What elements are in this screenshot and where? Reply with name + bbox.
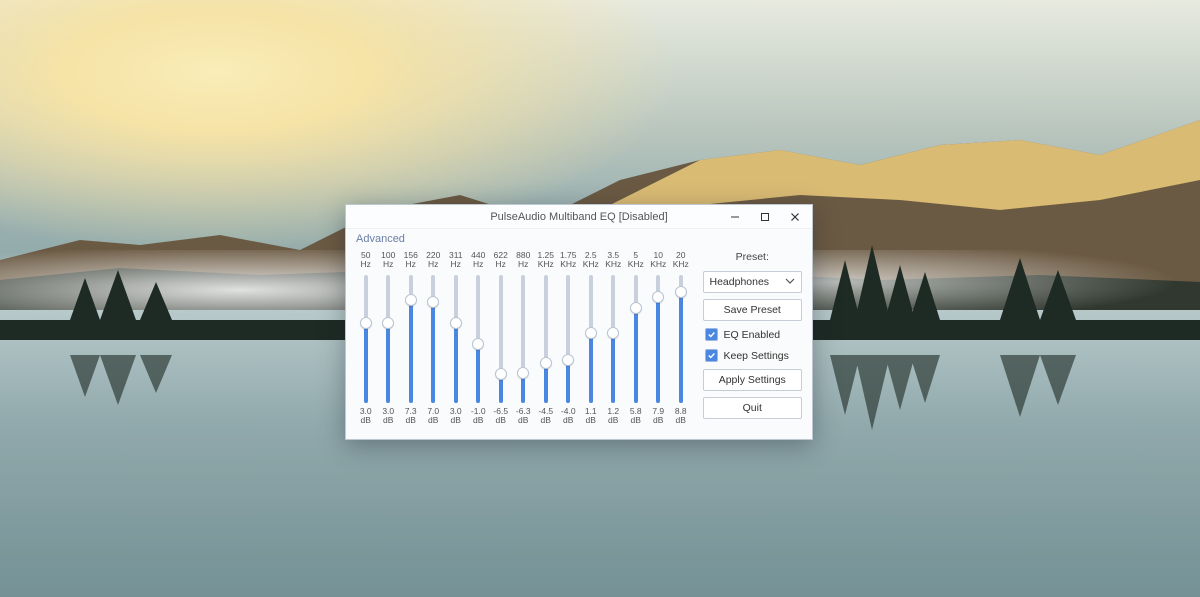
equalizer-window: PulseAudio Multiband EQ [Disabled] Advan… bbox=[345, 204, 813, 440]
eq-enabled-checkbox[interactable]: EQ Enabled bbox=[703, 327, 803, 342]
band-freq-label: 1.25KHz bbox=[537, 251, 554, 271]
keep-settings-label: Keep Settings bbox=[724, 350, 789, 362]
band-freq-label: 156Hz bbox=[404, 251, 418, 271]
preset-value: Headphones bbox=[710, 276, 770, 288]
eq-band-220Hz: 220Hz 7.0dB bbox=[424, 251, 444, 427]
band-slider[interactable] bbox=[582, 275, 600, 403]
preset-label: Preset: bbox=[703, 251, 803, 263]
band-freq-label: 440Hz bbox=[471, 251, 485, 271]
eq-band-622Hz: 622Hz -6.5dB bbox=[491, 251, 511, 427]
band-freq-label: 5KHz bbox=[628, 251, 644, 271]
eq-band-3.5KHz: 3.5KHz 1.2dB bbox=[604, 251, 624, 427]
menu-advanced[interactable]: Advanced bbox=[356, 233, 405, 245]
band-value-label: 8.8dB bbox=[675, 407, 687, 427]
band-slider[interactable] bbox=[402, 275, 420, 403]
band-value-label: 7.3dB bbox=[405, 407, 417, 427]
band-freq-label: 1.75KHz bbox=[560, 251, 577, 271]
save-preset-button[interactable]: Save Preset bbox=[703, 299, 803, 321]
close-icon bbox=[790, 212, 800, 222]
window-close-button[interactable] bbox=[780, 205, 810, 229]
band-value-label: 1.2dB bbox=[607, 407, 619, 427]
eq-band-880Hz: 880Hz -6.3dB bbox=[514, 251, 534, 427]
band-value-label: 3.0dB bbox=[382, 407, 394, 427]
equalizer-bands: 50Hz 3.0dB 100Hz 3.0dB 156Hz 7.3dB 220Hz 7.0dB 3… bbox=[356, 251, 691, 427]
band-slider[interactable] bbox=[604, 275, 622, 403]
band-slider[interactable] bbox=[627, 275, 645, 403]
band-slider[interactable] bbox=[559, 275, 577, 403]
band-value-label: 7.0dB bbox=[427, 407, 439, 427]
band-value-label: -1.0dB bbox=[471, 407, 486, 427]
band-value-label: -4.0dB bbox=[561, 407, 576, 427]
band-freq-label: 311Hz bbox=[449, 251, 463, 271]
keep-settings-checkbox[interactable]: Keep Settings bbox=[703, 348, 803, 363]
eq-band-5KHz: 5KHz 5.8dB bbox=[626, 251, 646, 427]
band-value-label: 7.9dB bbox=[652, 407, 664, 427]
band-freq-label: 100Hz bbox=[381, 251, 395, 271]
minimize-icon bbox=[730, 212, 740, 222]
band-freq-label: 50Hz bbox=[361, 251, 371, 271]
band-value-label: -4.5dB bbox=[538, 407, 553, 427]
eq-band-2.5KHz: 2.5KHz 1.1dB bbox=[581, 251, 601, 427]
window-titlebar[interactable]: PulseAudio Multiband EQ [Disabled] bbox=[346, 205, 812, 229]
band-freq-label: 20KHz bbox=[673, 251, 689, 271]
band-slider[interactable] bbox=[537, 275, 555, 403]
band-slider[interactable] bbox=[379, 275, 397, 403]
eq-band-10KHz: 10KHz 7.9dB bbox=[649, 251, 669, 427]
band-freq-label: 3.5KHz bbox=[605, 251, 621, 271]
band-value-label: 1.1dB bbox=[585, 407, 597, 427]
quit-button[interactable]: Quit bbox=[703, 397, 803, 419]
band-slider[interactable] bbox=[492, 275, 510, 403]
checkbox-checked-icon bbox=[705, 349, 718, 362]
band-value-label: -6.3dB bbox=[516, 407, 531, 427]
chevron-down-icon bbox=[785, 276, 795, 289]
eq-band-50Hz: 50Hz 3.0dB bbox=[356, 251, 376, 427]
eq-band-156Hz: 156Hz 7.3dB bbox=[401, 251, 421, 427]
side-panel: Preset: Headphones Save Preset EQ Enable… bbox=[703, 251, 803, 427]
apply-settings-button[interactable]: Apply Settings bbox=[703, 369, 803, 391]
band-slider[interactable] bbox=[514, 275, 532, 403]
eq-band-100Hz: 100Hz 3.0dB bbox=[379, 251, 399, 427]
band-slider[interactable] bbox=[649, 275, 667, 403]
band-slider[interactable] bbox=[424, 275, 442, 403]
band-freq-label: 622Hz bbox=[494, 251, 508, 271]
band-freq-label: 220Hz bbox=[426, 251, 440, 271]
maximize-icon bbox=[760, 212, 770, 222]
eq-band-1.25KHz: 1.25KHz -4.5dB bbox=[536, 251, 556, 427]
eq-band-311Hz: 311Hz 3.0dB bbox=[446, 251, 466, 427]
window-maximize-button[interactable] bbox=[750, 205, 780, 229]
band-freq-label: 2.5KHz bbox=[583, 251, 599, 271]
eq-enabled-label: EQ Enabled bbox=[724, 329, 781, 341]
checkbox-checked-icon bbox=[705, 328, 718, 341]
band-slider[interactable] bbox=[672, 275, 690, 403]
band-freq-label: 10KHz bbox=[650, 251, 666, 271]
band-slider[interactable] bbox=[469, 275, 487, 403]
band-value-label: 3.0dB bbox=[450, 407, 462, 427]
band-slider[interactable] bbox=[447, 275, 465, 403]
band-freq-label: 880Hz bbox=[516, 251, 530, 271]
window-minimize-button[interactable] bbox=[720, 205, 750, 229]
preset-select[interactable]: Headphones bbox=[703, 271, 803, 293]
eq-band-440Hz: 440Hz -1.0dB bbox=[469, 251, 489, 427]
eq-band-1.75KHz: 1.75KHz -4.0dB bbox=[559, 251, 579, 427]
band-slider[interactable] bbox=[357, 275, 375, 403]
band-value-label: -6.5dB bbox=[493, 407, 508, 427]
eq-band-20KHz: 20KHz 8.8dB bbox=[671, 251, 691, 427]
band-value-label: 3.0dB bbox=[360, 407, 372, 427]
band-value-label: 5.8dB bbox=[630, 407, 642, 427]
